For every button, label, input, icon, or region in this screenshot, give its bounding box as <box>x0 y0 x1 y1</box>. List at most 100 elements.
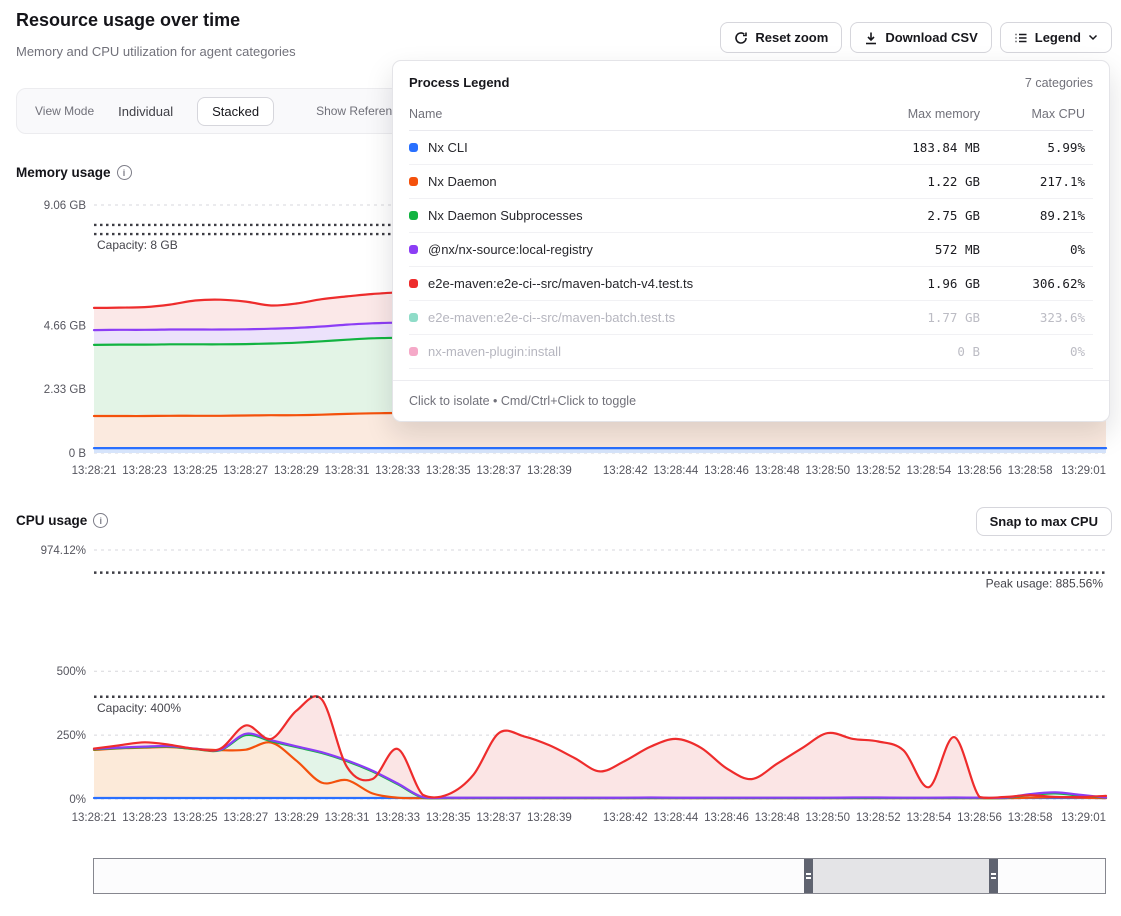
legend-row[interactable]: Nx CLI183.84 MB5.99% <box>409 131 1093 165</box>
svg-text:13:28:33: 13:28:33 <box>375 812 420 824</box>
legend-list-icon <box>1014 31 1028 45</box>
series-max-cpu: 89.21% <box>980 208 1093 223</box>
series-color-dot <box>409 313 418 322</box>
download-csv-button[interactable]: Download CSV <box>850 22 991 53</box>
cpu-section-title: CPU usage <box>16 513 87 528</box>
svg-text:13:28:25: 13:28:25 <box>173 465 218 477</box>
svg-text:13:28:56: 13:28:56 <box>957 812 1002 824</box>
cpu-section-header: CPU usage <box>16 513 108 528</box>
series-name: Nx Daemon Subprocesses <box>428 208 820 223</box>
series-max-memory: 183.84 MB <box>820 140 980 155</box>
legend-rows: Nx CLI183.84 MB5.99%Nx Daemon1.22 GB217.… <box>409 131 1093 369</box>
legend-row[interactable]: Nx Daemon1.22 GB217.1% <box>409 165 1093 199</box>
legend-row[interactable]: e2e-maven:e2e-ci--src/maven-batch.test.t… <box>409 301 1093 335</box>
svg-text:13:28:46: 13:28:46 <box>704 465 749 477</box>
svg-text:13:28:50: 13:28:50 <box>805 465 850 477</box>
svg-text:13:28:31: 13:28:31 <box>325 812 370 824</box>
svg-text:13:28:56: 13:28:56 <box>957 465 1002 477</box>
reset-zoom-button[interactable]: Reset zoom <box>720 22 842 53</box>
svg-text:13:28:27: 13:28:27 <box>223 812 268 824</box>
info-icon <box>93 513 108 528</box>
svg-text:13:28:29: 13:28:29 <box>274 465 319 477</box>
series-name: e2e-maven:e2e-ci--src/maven-batch-v4.tes… <box>428 276 820 291</box>
download-icon <box>864 31 878 45</box>
svg-text:500%: 500% <box>57 666 86 678</box>
series-max-memory: 0 B <box>820 344 980 359</box>
column-name: Name <box>409 107 820 121</box>
svg-text:13:28:44: 13:28:44 <box>654 465 699 477</box>
view-mode-individual[interactable]: Individual <box>110 98 181 125</box>
snap-to-max-cpu-button[interactable]: Snap to max CPU <box>976 507 1112 536</box>
svg-text:13:28:58: 13:28:58 <box>1008 812 1053 824</box>
series-color-dot <box>409 211 418 220</box>
series-color-dot <box>409 143 418 152</box>
time-range-brush[interactable] <box>93 858 1106 894</box>
series-max-memory: 1.96 GB <box>820 276 980 291</box>
svg-text:13:28:21: 13:28:21 <box>72 465 117 477</box>
svg-text:Capacity: 400%: Capacity: 400% <box>97 701 181 715</box>
svg-text:13:28:31: 13:28:31 <box>325 465 370 477</box>
series-max-memory: 1.22 GB <box>820 174 980 189</box>
brush-handle-left[interactable] <box>804 859 813 893</box>
reset-icon <box>734 31 748 45</box>
chevron-down-icon <box>1088 34 1098 41</box>
svg-text:13:29:01: 13:29:01 <box>1061 465 1106 477</box>
svg-text:13:28:35: 13:28:35 <box>426 812 471 824</box>
svg-text:13:28:39: 13:28:39 <box>527 812 572 824</box>
svg-text:13:28:37: 13:28:37 <box>476 465 521 477</box>
svg-text:13:28:33: 13:28:33 <box>375 465 420 477</box>
svg-text:13:28:48: 13:28:48 <box>755 812 800 824</box>
series-max-cpu: 5.99% <box>980 140 1093 155</box>
series-color-dot <box>409 279 418 288</box>
svg-text:13:28:39: 13:28:39 <box>527 465 572 477</box>
memory-section-header: Memory usage <box>16 165 132 180</box>
svg-text:974.12%: 974.12% <box>41 545 86 557</box>
legend-row[interactable]: nx-maven-plugin:install0 B0% <box>409 335 1093 369</box>
reset-zoom-label: Reset zoom <box>755 30 828 45</box>
svg-text:13:28:58: 13:28:58 <box>1008 465 1053 477</box>
svg-text:13:28:52: 13:28:52 <box>856 812 901 824</box>
svg-text:13:28:48: 13:28:48 <box>755 465 800 477</box>
column-max-cpu: Max CPU <box>980 107 1093 121</box>
svg-text:13:28:23: 13:28:23 <box>122 812 167 824</box>
cpu-usage-chart[interactable]: 974.12%500%250%0%13:28:2113:28:2313:28:2… <box>0 538 1121 832</box>
svg-text:13:28:21: 13:28:21 <box>72 812 117 824</box>
download-csv-label: Download CSV <box>885 30 977 45</box>
series-color-dot <box>409 177 418 186</box>
svg-text:13:29:01: 13:29:01 <box>1061 812 1106 824</box>
view-mode-label: View Mode <box>35 104 94 118</box>
legend-row[interactable]: @nx/nx-source:local-registry572 MB0% <box>409 233 1093 267</box>
series-max-cpu: 323.6% <box>980 310 1093 325</box>
series-color-dot <box>409 347 418 356</box>
svg-text:13:28:42: 13:28:42 <box>603 812 648 824</box>
series-max-memory: 2.75 GB <box>820 208 980 223</box>
series-max-cpu: 0% <box>980 344 1093 359</box>
series-max-cpu: 0% <box>980 242 1093 257</box>
svg-text:13:28:27: 13:28:27 <box>223 465 268 477</box>
memory-section-title: Memory usage <box>16 165 111 180</box>
legend-row[interactable]: Nx Daemon Subprocesses2.75 GB89.21% <box>409 199 1093 233</box>
svg-text:13:28:29: 13:28:29 <box>274 812 319 824</box>
svg-text:4.66 GB: 4.66 GB <box>44 320 87 332</box>
series-max-cpu: 217.1% <box>980 174 1093 189</box>
svg-text:9.06 GB: 9.06 GB <box>44 200 87 212</box>
legend-table-header: Name Max memory Max CPU <box>409 98 1093 131</box>
svg-text:13:28:42: 13:28:42 <box>603 465 648 477</box>
column-max-memory: Max memory <box>820 107 980 121</box>
brush-handle-right[interactable] <box>989 859 998 893</box>
brush-selection[interactable] <box>813 859 989 893</box>
svg-text:Peak usage: 885.56%: Peak usage: 885.56% <box>986 577 1104 591</box>
legend-button[interactable]: Legend <box>1000 22 1112 53</box>
popup-footer-hint: Click to isolate • Cmd/Ctrl+Click to tog… <box>393 380 1109 421</box>
svg-text:0 B: 0 B <box>69 448 87 460</box>
legend-row[interactable]: e2e-maven:e2e-ci--src/maven-batch-v4.tes… <box>409 267 1093 301</box>
svg-text:0%: 0% <box>69 794 86 806</box>
series-name: @nx/nx-source:local-registry <box>428 242 820 257</box>
page-title: Resource usage over time <box>16 10 240 31</box>
series-name: nx-maven-plugin:install <box>428 344 820 359</box>
series-name: Nx Daemon <box>428 174 820 189</box>
view-mode-stacked[interactable]: Stacked <box>197 97 274 126</box>
popup-title-row: Process Legend 7 categories <box>393 61 1109 98</box>
popup-title: Process Legend <box>409 75 509 90</box>
series-max-memory: 1.77 GB <box>820 310 980 325</box>
